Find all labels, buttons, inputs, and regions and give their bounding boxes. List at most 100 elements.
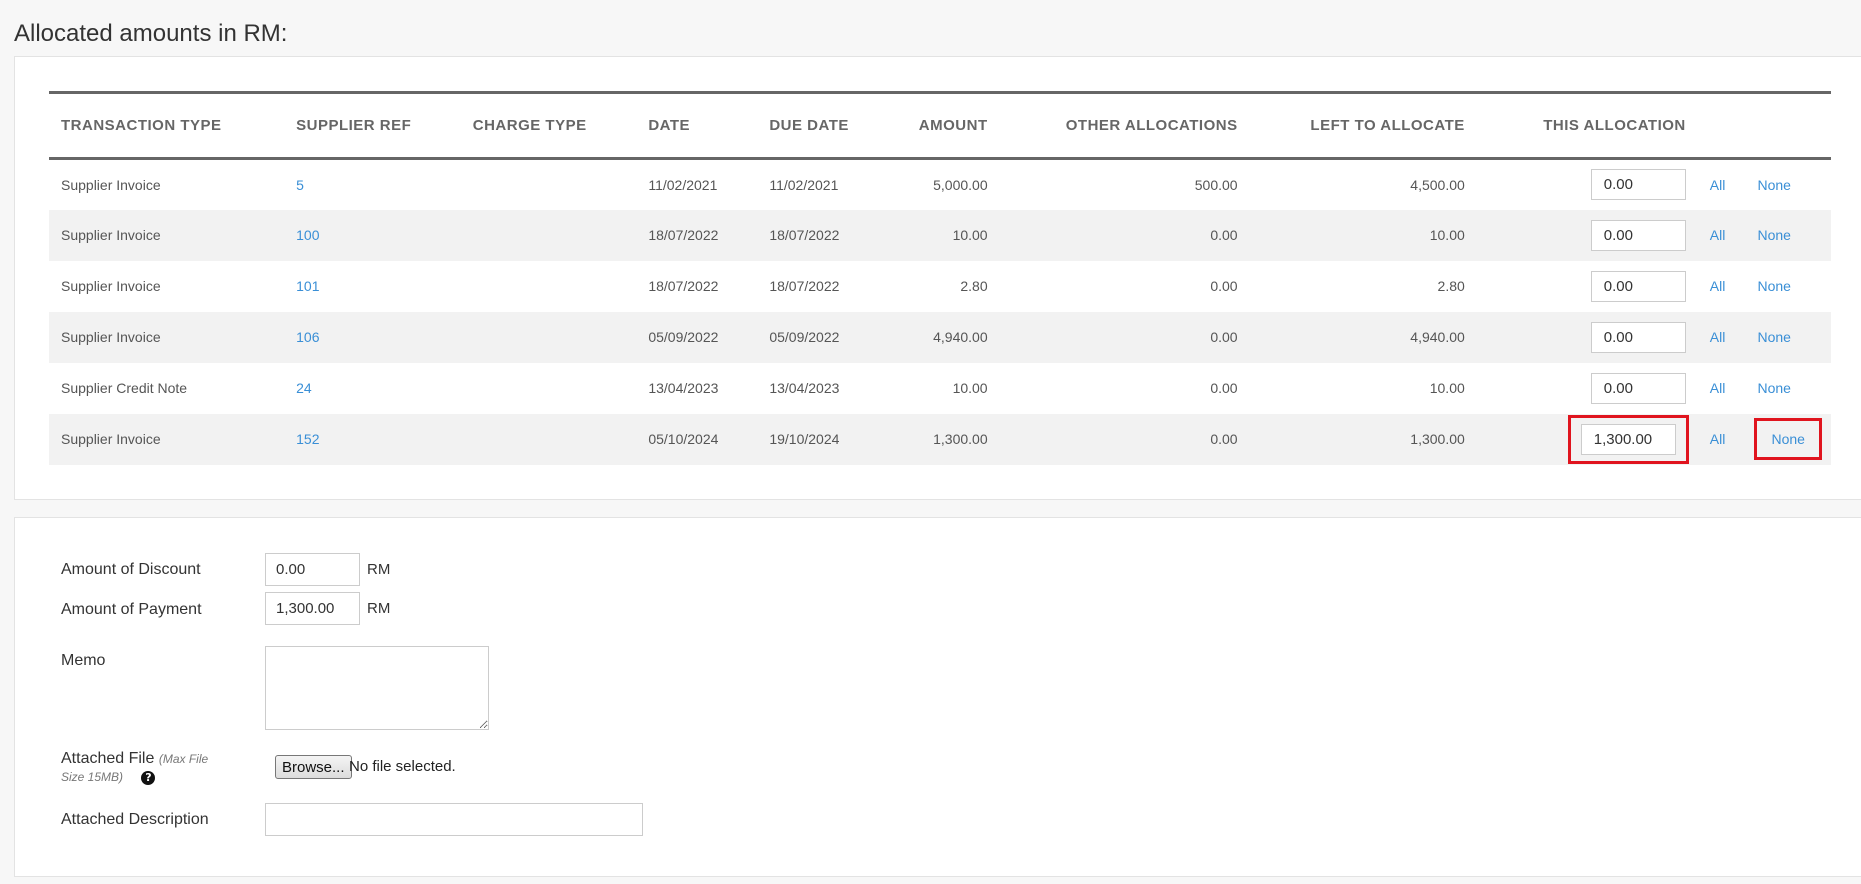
cell-amount: 2.80 [960,278,988,294]
memo-label: Memo [61,652,106,669]
table-row: Supplier Invoice 106 05/09/2022 05/09/2022 4… [49,311,1831,363]
cell-date: 05/09/2022 [636,311,758,363]
allocate-none-link[interactable]: None [1771,431,1804,447]
cell-this-allocation [1476,311,1698,363]
col-supplier-ref: Supplier Ref [284,92,461,160]
table-row: Supplier Invoice 152 05/10/2024 19/10/2024 1… [49,413,1831,465]
cell-none: None [1745,413,1831,465]
this-allocation-input[interactable] [1580,423,1676,455]
cell-other-allocations: 0.00 [999,311,1250,363]
allocations-panel: Transaction Type Supplier Ref Charge Typ… [14,56,1861,500]
cell-due-date: 18/07/2022 [757,209,877,261]
allocate-none-link[interactable]: None [1757,177,1790,193]
cell-left-to-allocate: 10.00 [1429,380,1465,396]
cell-all: All [1697,209,1746,261]
cell-due-date: 13/04/2023 [769,380,840,396]
allocate-all-link[interactable]: All [1710,278,1726,294]
cell-none: None [1745,311,1831,363]
cell-charge-type [460,413,637,465]
this-allocation-input[interactable] [1590,372,1686,404]
supplier-ref-link[interactable]: 152 [296,431,319,447]
attached-file-label: Attached File [61,750,155,767]
cell-date: 05/10/2024 [636,413,758,465]
cell-transaction-type: Supplier Invoice [61,176,161,193]
this-allocation-input[interactable] [1590,169,1686,201]
cell-left-to-allocate: 1,300.00 [1249,413,1477,465]
no-file-selected-text: No file selected. [349,758,456,775]
attached-description-input[interactable] [265,803,643,836]
cell-left-to-allocate: 4,940.00 [1249,311,1477,363]
help-icon[interactable]: ? [141,771,156,785]
allocate-all-link[interactable]: All [1710,177,1726,193]
cell-amount: 4,940.00 [876,311,1000,363]
cell-date: 11/02/2021 [648,176,718,193]
col-transaction-type: Transaction Type [49,92,285,160]
this-allocation-input[interactable] [1590,219,1686,251]
cell-due-date: 05/09/2022 [757,311,877,363]
this-allocation-input[interactable] [1590,270,1686,302]
supplier-ref-link[interactable]: 5 [296,177,304,193]
supplier-ref-link[interactable]: 100 [296,227,319,243]
allocations-table: Transaction Type Supplier Ref Charge Typ… [49,91,1831,465]
col-left-to-allocate: Left to Allocate [1249,92,1477,160]
allocate-none-link[interactable]: None [1757,329,1790,345]
allocate-all-link[interactable]: All [1710,227,1726,243]
cell-this-allocation [1476,209,1698,261]
allocate-all-link[interactable]: All [1710,380,1726,396]
supplier-ref-link[interactable]: 106 [296,329,319,345]
supplier-ref-link[interactable]: 24 [296,380,312,396]
discount-input[interactable] [265,553,360,586]
allocation-highlight [1567,414,1689,464]
col-all [1697,92,1746,160]
cell-supplier-ref: 24 [284,363,461,414]
cell-amount: 1,300.00 [876,413,1000,465]
allocate-all-link[interactable]: All [1710,329,1726,345]
supplier-ref-link[interactable]: 101 [296,278,319,294]
col-amount: Amount [876,92,1000,160]
payment-row: Amount of Payment RM [61,592,461,625]
discount-row: Amount of Discount RM [61,553,461,586]
cell-other-allocations: 500.00 [1194,176,1238,193]
payment-label: Amount of Payment [61,601,202,618]
attached-file-label-group: Attached File (Max File Size 15MB) ? [61,750,231,786]
page-title: Allocated amounts in RM: [14,20,288,47]
cell-other-allocations: 0.00 [1210,380,1238,396]
cell-supplier-ref: 5 [284,159,461,210]
cell-all: All [1697,311,1746,363]
cell-none: None [1745,159,1831,210]
cell-supplier-ref: 152 [284,413,461,465]
cell-all: All [1697,413,1746,465]
cell-all: All [1698,159,1746,210]
cell-none: None [1745,261,1831,312]
cell-left-to-allocate: 4,500.00 [1410,176,1465,193]
allocate-none-link[interactable]: None [1757,380,1790,396]
attached-description-row: Attached Description [61,803,643,836]
payment-form-panel: Amount of Discount RM Amount of Payment … [14,517,1861,877]
table-header-row: Transaction Type Supplier Ref Charge Typ… [49,92,1831,160]
table-row: Supplier Invoice 5 11/02/2021 11/02/2021 5,0… [49,159,1831,210]
cell-this-allocation [1477,159,1698,210]
col-none [1745,92,1831,160]
cell-none: None [1745,209,1831,261]
cell-supplier-ref: 106 [284,311,461,363]
cell-charge-type [460,311,637,363]
allocate-none-link[interactable]: None [1757,278,1790,294]
cell-charge-type [460,209,637,261]
this-allocation-input[interactable] [1590,321,1686,353]
cell-supplier-ref: 101 [284,261,461,312]
payment-input[interactable] [265,592,360,625]
cell-other-allocations: 0.00 [999,209,1250,261]
table-row: Supplier Credit Note 24 13/04/2023 13/04/20… [49,363,1831,414]
browse-button[interactable]: Browse... [275,755,352,779]
cell-due-date: 18/07/2022 [769,278,840,294]
cell-charge-type [461,261,637,312]
cell-due-date: 11/02/2021 [769,176,839,193]
col-date: Date [636,92,758,160]
memo-textarea[interactable] [265,646,489,730]
attached-file-row: Attached File (Max File Size 15MB) ? Bro… [61,750,561,790]
attached-description-label: Attached Description [61,811,209,828]
cell-charge-type [461,159,637,210]
allocate-none-link[interactable]: None [1757,227,1790,243]
allocate-all-link[interactable]: All [1710,431,1726,447]
col-this-allocation: This Allocation [1476,92,1698,160]
